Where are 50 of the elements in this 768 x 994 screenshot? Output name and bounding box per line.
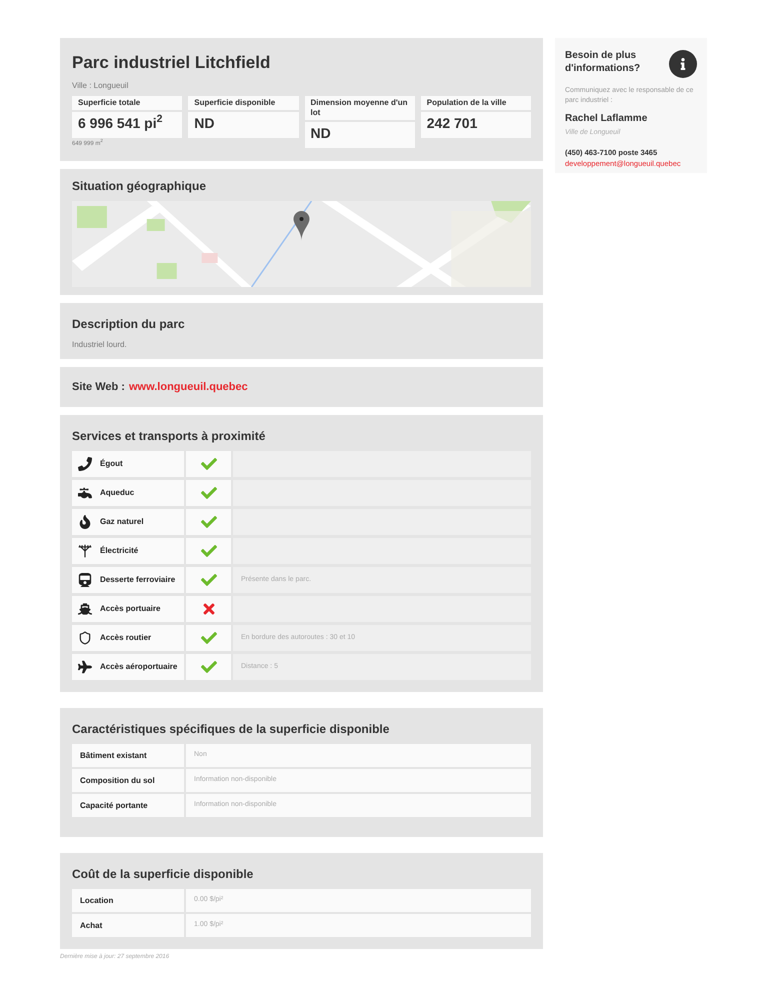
row-label: Capacité portante [72,794,184,817]
row-label: Composition du sol [72,769,184,792]
info-icon [669,50,697,78]
service-label: Gaz naturel [100,517,144,527]
row-label: Achat [72,914,184,937]
check-icon [200,572,216,588]
section-title: Situation géographique [72,178,207,194]
stat-value: 242 701 [426,116,478,130]
service-label: Desserte ferroviaire [100,575,176,585]
phone-icon [78,457,92,471]
city-text: Ville : Longueuil [72,80,130,92]
stat-value: ND [194,116,216,130]
service-label: Accès portuaire [100,604,160,614]
service-label: Accès aéroportuaire [100,662,178,672]
section-title: Services et transports à proximité [72,428,266,445]
website-label: Site Web : [72,380,125,394]
check-icon [200,456,216,472]
check-icon [200,630,216,646]
stat-label: Population de la ville [420,96,531,110]
row-label: Location [72,889,184,912]
section-title: Coût de la superficie disponible [72,866,254,883]
flame-icon [78,515,92,529]
row-label: Bâtiment existant [72,744,184,767]
highway-shield-icon [78,631,92,645]
stat-label: Superficie totale [72,96,182,110]
section-title: Caractéristiques spécifiques de la superficie disponible [72,721,390,738]
airplane-icon [78,660,92,674]
section-title: Description du parc [72,316,186,332]
stat-value: ND [310,126,332,140]
stat-label: Dimension moyenne d'un lot [304,96,415,120]
service-label: Accès routier [100,633,152,643]
check-icon [200,543,216,559]
description-text: Industriel lourd. [72,338,128,350]
cross-icon [200,601,216,617]
website-link[interactable]: www.longueuil.quebec [128,378,248,395]
service-label: Électricité [100,546,138,556]
contact-name: Rachel Laflamme [565,112,648,126]
contact-title: Besoin de plus d'informations? [565,50,642,75]
service-label: Égout [100,459,123,469]
stat-value: 6 996 541 pi$^{2}$ [78,116,164,130]
faucet-icon [78,486,92,500]
check-icon [200,485,216,501]
park-title: Parc industriel Litchfield [72,52,272,74]
check-icon [200,514,216,530]
stat-label: Superficie disponible [188,96,298,110]
service-label: Aqueduc [100,488,134,498]
train-icon [78,573,92,587]
power-pylon-icon [78,544,92,558]
check-icon [200,659,216,675]
ship-icon [78,602,92,616]
